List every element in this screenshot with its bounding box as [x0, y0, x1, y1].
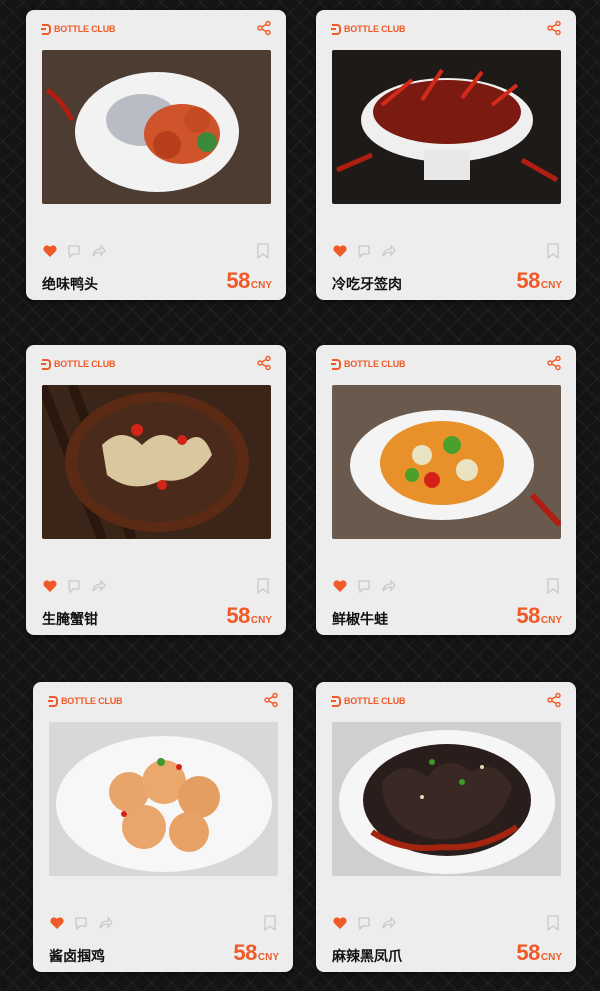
price-value: 58	[226, 603, 250, 628]
share-icon[interactable]	[256, 355, 272, 371]
heart-icon[interactable]	[332, 243, 348, 259]
price-value: 58	[226, 268, 250, 293]
dish-price: 58 CNY	[233, 940, 279, 966]
share-icon[interactable]	[546, 355, 562, 371]
share-arrow-icon[interactable]	[97, 915, 113, 931]
brand-mark-icon	[41, 23, 51, 35]
share-arrow-icon[interactable]	[90, 243, 106, 259]
heart-icon[interactable]	[42, 243, 58, 259]
comment-icon[interactable]	[73, 915, 89, 931]
dish-photo[interactable]	[332, 50, 561, 204]
comment-icon[interactable]	[66, 578, 82, 594]
dish-card[interactable]: BOTTLE CLUB 冷吃牙签肉 58 CNY	[316, 10, 576, 300]
card-actions	[42, 578, 106, 594]
brand-mark-icon	[48, 695, 58, 707]
dish-price: 58 CNY	[226, 268, 272, 294]
bookmark-icon[interactable]	[546, 243, 560, 259]
price-currency: CNY	[540, 952, 562, 963]
comment-icon[interactable]	[356, 915, 372, 931]
dish-photo[interactable]	[332, 385, 561, 539]
price-currency: CNY	[250, 280, 272, 291]
brand-logo: BOTTLE CLUB	[48, 694, 123, 708]
brand-logo: BOTTLE CLUB	[331, 22, 406, 36]
dish-photo[interactable]	[42, 50, 271, 204]
brand-name: BOTTLE CLUB	[344, 696, 406, 706]
card-actions	[332, 578, 396, 594]
dish-name: 鲜椒牛蛙	[332, 612, 388, 628]
dish-name: 绝味鸭头	[42, 277, 98, 293]
dish-card[interactable]: BOTTLE CLUB 鲜椒牛蛙 58 CNY	[316, 345, 576, 635]
bookmark-icon[interactable]	[263, 915, 277, 931]
share-arrow-icon[interactable]	[380, 243, 396, 259]
dish-price: 58 CNY	[516, 603, 562, 629]
bookmark-icon[interactable]	[256, 243, 270, 259]
bookmark-icon[interactable]	[256, 578, 270, 594]
brand-name: BOTTLE CLUB	[54, 24, 116, 34]
brand-mark-icon	[331, 358, 341, 370]
brand-name: BOTTLE CLUB	[61, 696, 123, 706]
price-currency: CNY	[540, 280, 562, 291]
brand-logo: BOTTLE CLUB	[331, 357, 406, 371]
brand-mark-icon	[331, 23, 341, 35]
dish-price: 58 CNY	[516, 268, 562, 294]
dish-name: 生腌蟹钳	[42, 612, 98, 628]
bookmark-icon[interactable]	[546, 578, 560, 594]
brand-logo: BOTTLE CLUB	[41, 357, 116, 371]
brand-name: BOTTLE CLUB	[344, 24, 406, 34]
brand-logo: BOTTLE CLUB	[331, 694, 406, 708]
dish-name: 麻辣黑凤爪	[332, 949, 402, 965]
price-currency: CNY	[250, 615, 272, 626]
card-actions	[332, 915, 396, 931]
dish-card[interactable]: BOTTLE CLUB 麻辣黑凤爪 58 CNY	[316, 682, 576, 972]
card-actions	[42, 243, 106, 259]
brand-name: BOTTLE CLUB	[344, 359, 406, 369]
bookmark-icon[interactable]	[546, 915, 560, 931]
dish-photo[interactable]	[42, 385, 271, 539]
comment-icon[interactable]	[356, 243, 372, 259]
comment-icon[interactable]	[356, 578, 372, 594]
share-arrow-icon[interactable]	[90, 578, 106, 594]
dish-price: 58 CNY	[226, 603, 272, 629]
price-currency: CNY	[257, 952, 279, 963]
dish-photo[interactable]	[49, 722, 278, 876]
dish-card[interactable]: BOTTLE CLUB 酱卤掴鸡 58 CNY	[33, 682, 293, 972]
dish-photo[interactable]	[332, 722, 561, 876]
price-currency: CNY	[540, 615, 562, 626]
heart-icon[interactable]	[49, 915, 65, 931]
dish-name: 冷吃牙签肉	[332, 277, 402, 293]
comment-icon[interactable]	[66, 243, 82, 259]
brand-logo: BOTTLE CLUB	[41, 22, 116, 36]
price-value: 58	[516, 603, 540, 628]
share-arrow-icon[interactable]	[380, 915, 396, 931]
share-icon[interactable]	[263, 692, 279, 708]
heart-icon[interactable]	[332, 915, 348, 931]
price-value: 58	[516, 268, 540, 293]
brand-mark-icon	[331, 695, 341, 707]
brand-name: BOTTLE CLUB	[54, 359, 116, 369]
share-arrow-icon[interactable]	[380, 578, 396, 594]
share-icon[interactable]	[546, 692, 562, 708]
dish-name: 酱卤掴鸡	[49, 949, 105, 965]
share-icon[interactable]	[546, 20, 562, 36]
dish-card[interactable]: BOTTLE CLUB 生腌蟹钳 58 CNY	[26, 345, 286, 635]
dish-price: 58 CNY	[516, 940, 562, 966]
share-icon[interactable]	[256, 20, 272, 36]
heart-icon[interactable]	[42, 578, 58, 594]
price-value: 58	[233, 940, 257, 965]
card-actions	[332, 243, 396, 259]
price-value: 58	[516, 940, 540, 965]
card-actions	[49, 915, 113, 931]
heart-icon[interactable]	[332, 578, 348, 594]
brand-mark-icon	[41, 358, 51, 370]
dish-card[interactable]: BOTTLE CLUB 绝味鸭头 58 CNY	[26, 10, 286, 300]
